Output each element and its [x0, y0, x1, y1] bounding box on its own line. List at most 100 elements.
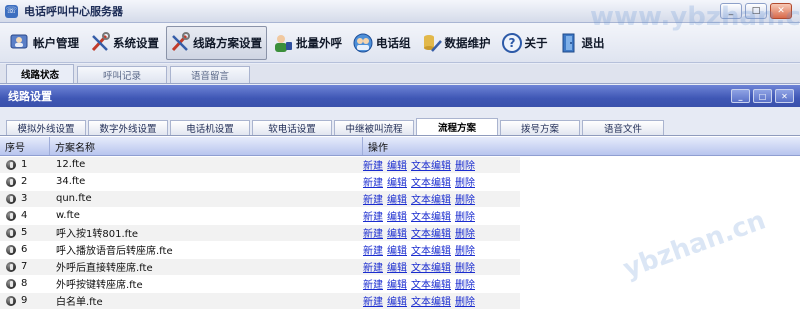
exit-button[interactable]: 退出: [555, 26, 610, 60]
delete-link[interactable]: 删除: [455, 174, 475, 189]
close-button[interactable]: ✕: [770, 3, 792, 19]
table-row[interactable]: 8 外呼按键转座席.fte 新建 编辑 文本编辑 删除: [0, 275, 800, 292]
new-link[interactable]: 新建: [363, 157, 383, 172]
row-actions: 新建 编辑 文本编辑 删除: [363, 225, 475, 240]
tab-call-records[interactable]: 呼叫记录: [77, 66, 167, 83]
new-link[interactable]: 新建: [363, 293, 383, 308]
account-management-button[interactable]: 帐户管理: [6, 26, 84, 60]
person-phone-icon: [272, 32, 294, 54]
plan-name: 外呼后直接转座席.fte: [56, 263, 153, 274]
table-row[interactable]: 4 w.fte 新建 编辑 文本编辑 删除: [0, 207, 800, 224]
plan-name: 外呼按键转座席.fte: [56, 280, 143, 291]
system-settings-button[interactable]: 系统设置: [86, 26, 164, 60]
column-header-actions[interactable]: 操作: [363, 137, 800, 155]
toolbar-label: 帐户管理: [33, 35, 79, 50]
text-edit-link[interactable]: 文本编辑: [411, 208, 451, 223]
row-actions: 新建 编辑 文本编辑 删除: [363, 157, 475, 172]
line-settings-window: 线路设置 _ □ ✕ 模拟外线设置 数字外线设置 电话机设置 软电话设置 中继被…: [0, 85, 800, 317]
table-row[interactable]: 3 qun.fte 新建 编辑 文本编辑 删除: [0, 190, 800, 207]
status-dot-icon: [6, 295, 16, 306]
table-row[interactable]: 1 12.fte 新建 编辑 文本编辑 删除: [0, 156, 800, 173]
toolbar-label: 关于: [524, 35, 548, 50]
status-dot-icon: [6, 244, 16, 255]
tab-voice-files[interactable]: 语音文件: [582, 120, 664, 135]
text-edit-link[interactable]: 文本编辑: [411, 276, 451, 291]
about-button[interactable]: ? 关于: [498, 26, 553, 60]
tab-line-status[interactable]: 线路状态: [6, 64, 74, 83]
row-index-cell: 3: [0, 193, 50, 204]
delete-link[interactable]: 删除: [455, 157, 475, 172]
batch-outbound-button[interactable]: 批量外呼: [269, 26, 347, 60]
tab-flow-plans[interactable]: 流程方案: [416, 118, 498, 135]
tab-dial-plans[interactable]: 拨号方案: [500, 120, 580, 135]
user-account-icon: [9, 32, 31, 54]
text-edit-link[interactable]: 文本编辑: [411, 157, 451, 172]
plan-table-body: 1 12.fte 新建 编辑 文本编辑 删除 2 34.fte 新建 编辑 文本编辑 删除 3 qun.f…: [0, 156, 800, 309]
inner-maximize-button[interactable]: □: [753, 89, 772, 103]
window-controls: _ □ ✕: [720, 3, 792, 19]
new-link[interactable]: 新建: [363, 208, 383, 223]
text-edit-link[interactable]: 文本编辑: [411, 242, 451, 257]
new-link[interactable]: 新建: [363, 259, 383, 274]
delete-link[interactable]: 删除: [455, 225, 475, 240]
line-plan-settings-button[interactable]: 线路方案设置: [166, 25, 267, 60]
delete-link[interactable]: 删除: [455, 293, 475, 308]
tab-trunk-callee-flow[interactable]: 中继被叫流程: [334, 120, 414, 135]
phone-group-button[interactable]: 电话组: [349, 26, 416, 60]
new-link[interactable]: 新建: [363, 276, 383, 291]
column-header-plan-name[interactable]: 方案名称: [50, 137, 363, 155]
delete-link[interactable]: 删除: [455, 208, 475, 223]
main-toolbar: 帐户管理 系统设置 线路方案设置 批量外呼 电话组 数据维护 ? 关于 退出: [0, 23, 800, 63]
table-row[interactable]: 5 呼入按1转801.fte 新建 编辑 文本编辑 删除: [0, 224, 800, 241]
new-link[interactable]: 新建: [363, 174, 383, 189]
table-row[interactable]: 9 白名单.fte 新建 编辑 文本编辑 删除: [0, 292, 800, 309]
database-tools-icon: [421, 32, 443, 54]
inner-minimize-button[interactable]: _: [731, 89, 750, 103]
status-dot-icon: [6, 278, 16, 289]
row-index-cell: 7: [0, 261, 50, 272]
table-row[interactable]: 2 34.fte 新建 编辑 文本编辑 删除: [0, 173, 800, 190]
delete-link[interactable]: 删除: [455, 191, 475, 206]
tab-telephone-settings[interactable]: 电话机设置: [170, 120, 250, 135]
row-index: 7: [21, 261, 28, 272]
tab-voice-messages[interactable]: 语音留言: [170, 66, 250, 83]
new-link[interactable]: 新建: [363, 242, 383, 257]
delete-link[interactable]: 删除: [455, 276, 475, 291]
table-row[interactable]: 6 呼入播放语音后转座席.fte 新建 编辑 文本编辑 删除: [0, 241, 800, 258]
text-edit-link[interactable]: 文本编辑: [411, 174, 451, 189]
edit-link[interactable]: 编辑: [387, 157, 407, 172]
text-edit-link[interactable]: 文本编辑: [411, 225, 451, 240]
edit-link[interactable]: 编辑: [387, 259, 407, 274]
edit-link[interactable]: 编辑: [387, 208, 407, 223]
row-cells: 6 呼入播放语音后转座席.fte 新建 编辑 文本编辑 删除: [0, 242, 520, 258]
row-index: 8: [21, 278, 28, 289]
column-header-index[interactable]: 序号: [0, 137, 50, 155]
edit-link[interactable]: 编辑: [387, 276, 407, 291]
delete-link[interactable]: 删除: [455, 259, 475, 274]
data-maintenance-button[interactable]: 数据维护: [418, 26, 496, 60]
tab-softphone-settings[interactable]: 软电话设置: [252, 120, 332, 135]
edit-link[interactable]: 编辑: [387, 242, 407, 257]
text-edit-link[interactable]: 文本编辑: [411, 259, 451, 274]
inner-close-button[interactable]: ✕: [775, 89, 794, 103]
edit-link[interactable]: 编辑: [387, 174, 407, 189]
window-title: 电话呼叫中心服务器: [24, 5, 123, 18]
edit-link[interactable]: 编辑: [387, 225, 407, 240]
row-actions: 新建 编辑 文本编辑 删除: [363, 242, 475, 257]
tab-analog-lines[interactable]: 模拟外线设置: [6, 120, 86, 135]
maximize-button[interactable]: □: [745, 3, 767, 19]
tab-digital-lines[interactable]: 数字外线设置: [88, 120, 168, 135]
row-index: 6: [21, 244, 28, 255]
text-edit-link[interactable]: 文本编辑: [411, 293, 451, 308]
row-index: 2: [21, 176, 28, 187]
text-edit-link[interactable]: 文本编辑: [411, 191, 451, 206]
row-actions: 新建 编辑 文本编辑 删除: [363, 276, 475, 291]
new-link[interactable]: 新建: [363, 225, 383, 240]
edit-link[interactable]: 编辑: [387, 191, 407, 206]
table-row[interactable]: 7 外呼后直接转座席.fte 新建 编辑 文本编辑 删除: [0, 258, 800, 275]
delete-link[interactable]: 删除: [455, 242, 475, 257]
plan-name: w.fte: [56, 210, 80, 221]
minimize-button[interactable]: _: [720, 3, 742, 19]
edit-link[interactable]: 编辑: [387, 293, 407, 308]
new-link[interactable]: 新建: [363, 191, 383, 206]
